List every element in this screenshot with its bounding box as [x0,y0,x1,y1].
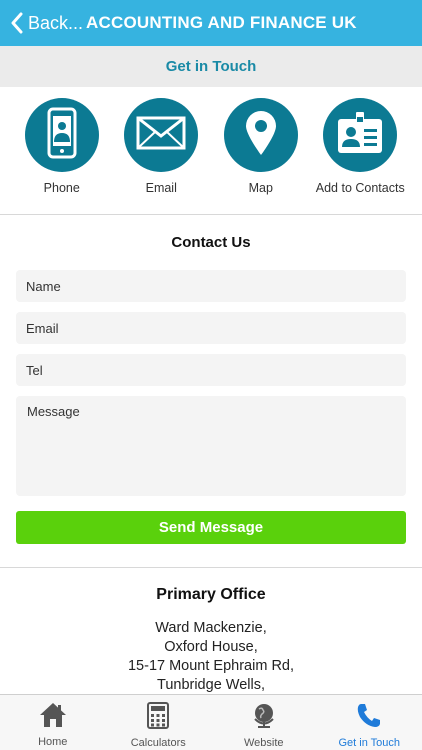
address-line: Oxford House, [164,639,258,655]
name-input[interactable] [16,270,406,302]
email-action-circle[interactable] [124,98,199,172]
tab-website-label: Website [243,737,284,749]
add-to-contacts-circle[interactable] [323,98,398,172]
email-label: Email [145,181,177,195]
tab-get-in-touch[interactable]: Get in Touch [317,695,422,750]
email-input[interactable] [16,312,406,344]
calculator-icon [147,702,170,734]
tel-input[interactable] [16,354,406,386]
address-line: Ward Mackenzie, [155,620,267,636]
phone-action-circle[interactable] [24,98,99,172]
section-title: Get in Touch [165,58,257,75]
tab-home-label: Home [38,736,68,748]
phone-action[interactable]: Phone [12,87,112,214]
add-to-contacts-label: Add to Contacts [315,181,405,195]
map-action[interactable]: Map [211,87,311,214]
email-action[interactable]: Email [112,87,212,214]
send-message-button[interactable]: Send Message [16,511,406,544]
message-textarea[interactable] [16,396,406,496]
back-label: Back... [28,12,84,33]
map-label: Map [248,181,273,195]
phone-handset-icon [355,702,383,734]
tab-calculators[interactable]: Calculators [106,695,212,750]
address-line: Tunbridge Wells, [157,677,265,693]
tab-get-in-touch-label: Get in Touch [338,737,401,749]
office-address: Ward Mackenzie, Oxford House, 15-17 Moun… [0,619,422,694]
top-nav-bar: Back... ACCOUNTING AND FINANCE UK [0,0,422,46]
phone-icon [42,107,82,164]
primary-office-section: Primary Office Ward Mackenzie, Oxford Ho… [0,569,422,694]
contact-card-icon [336,111,384,160]
home-icon [39,702,67,733]
tab-home[interactable]: Home [0,695,106,750]
app-title: ACCOUNTING AND FINANCE UK [86,13,357,32]
email-icon [136,116,186,155]
globe-icon [251,702,277,734]
add-to-contacts-action[interactable]: Add to Contacts [311,87,411,214]
phone-label: Phone [43,181,80,195]
office-title: Primary Office [156,586,266,603]
tab-website[interactable]: Website [211,695,317,750]
address-line: 15-17 Mount Ephraim Rd, [127,658,295,674]
chevron-left-icon [10,12,24,34]
tab-calculators-label: Calculators [130,737,186,749]
quick-actions: Phone Email Map Add to Contacts [0,87,422,215]
map-action-circle[interactable] [223,98,298,172]
section-header: Get in Touch [0,46,422,87]
back-button[interactable]: Back... [0,0,83,46]
bottom-tab-bar: Home Calculators Website Get in Touch [0,694,422,750]
contact-form: Contact Us Send Message [0,216,422,568]
contact-form-title: Contact Us [171,234,251,251]
map-pin-icon [244,109,278,162]
